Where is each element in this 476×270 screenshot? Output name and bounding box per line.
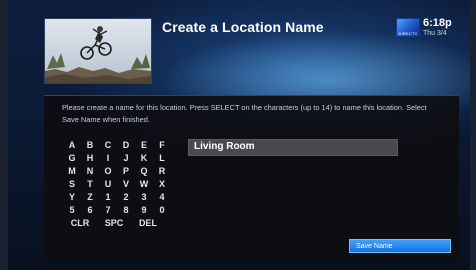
key[interactable]: 1 (99, 191, 117, 204)
tv-frame-right (470, 0, 476, 270)
key[interactable]: Q (135, 165, 153, 178)
key[interactable]: 2 (117, 191, 135, 204)
key[interactable]: T (81, 178, 99, 191)
key[interactable]: R (153, 165, 171, 178)
page-title: Create a Location Name (162, 19, 324, 35)
logo-text: DIRECTV (398, 31, 418, 36)
key[interactable]: N (81, 165, 99, 178)
key[interactable]: V (117, 178, 135, 191)
key[interactable]: B (81, 139, 99, 152)
save-name-button[interactable]: Save Name (349, 239, 451, 253)
key[interactable]: 9 (135, 204, 153, 217)
key[interactable]: G (63, 152, 81, 165)
space-key[interactable]: SPC (97, 217, 131, 230)
key[interactable]: I (99, 152, 117, 165)
key[interactable]: U (99, 178, 117, 191)
key[interactable]: 4 (153, 191, 171, 204)
key[interactable]: 8 (117, 204, 135, 217)
key[interactable]: 3 (135, 191, 153, 204)
keyboard-row: Y Z 1 2 3 4 (63, 191, 173, 204)
key[interactable]: C (99, 139, 117, 152)
key[interactable]: P (117, 165, 135, 178)
key[interactable]: 7 (99, 204, 117, 217)
key[interactable]: M (63, 165, 81, 178)
bmx-rider-video-preview (45, 19, 151, 83)
key[interactable]: X (153, 178, 171, 191)
clear-key[interactable]: CLR (63, 217, 97, 230)
key[interactable]: W (135, 178, 153, 191)
video-preview (44, 18, 152, 84)
keyboard-row: G H I J K L (63, 152, 173, 165)
key[interactable]: Y (63, 191, 81, 204)
key[interactable]: 5 (63, 204, 81, 217)
key[interactable]: D (117, 139, 135, 152)
key[interactable]: L (153, 152, 171, 165)
key[interactable]: J (117, 152, 135, 165)
location-name-field[interactable]: Living Room (188, 139, 398, 156)
key[interactable]: Z (81, 191, 99, 204)
tv-frame-left (0, 0, 8, 270)
key[interactable]: S (63, 178, 81, 191)
key[interactable]: O (99, 165, 117, 178)
keyboard-row: A B C D E F (63, 139, 173, 152)
location-name-value: Living Room (194, 141, 255, 152)
onscreen-keyboard: A B C D E F G H I J K L M N O P Q R S T … (63, 139, 173, 230)
directv-logo: DIRECTV (396, 18, 420, 37)
keyboard-row: M N O P Q R (63, 165, 173, 178)
key[interactable]: 0 (153, 204, 171, 217)
keyboard-row: S T U V W X (63, 178, 173, 191)
keyboard-row: 5 6 7 8 9 0 (63, 204, 173, 217)
delete-key[interactable]: DEL (131, 217, 165, 230)
key[interactable]: H (81, 152, 99, 165)
keyboard-row-actions: CLR SPC DEL (63, 217, 173, 230)
key[interactable]: E (135, 139, 153, 152)
instructions-text: Please create a name for this location. … (62, 103, 427, 124)
key[interactable]: 6 (81, 204, 99, 217)
clock-date: Thu 3/4 (423, 30, 447, 37)
clock-time: 6:18p (423, 17, 452, 29)
key[interactable]: F (153, 139, 171, 152)
key[interactable]: K (135, 152, 153, 165)
key[interactable]: A (63, 139, 81, 152)
